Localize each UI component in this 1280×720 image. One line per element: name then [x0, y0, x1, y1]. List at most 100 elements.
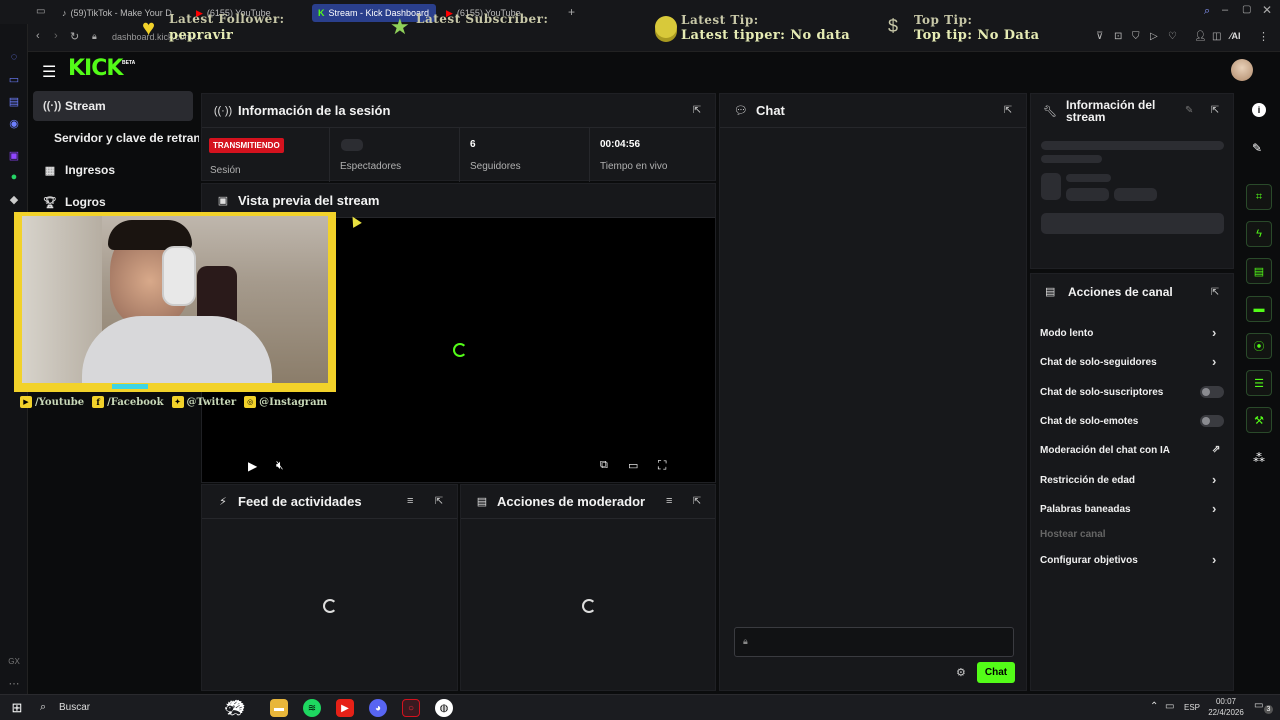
chevron-up-icon[interactable]: ⌃ [1150, 701, 1158, 712]
taskbar-search[interactable]: Buscar [59, 702, 90, 713]
ai-icon[interactable]: ◌ [7, 50, 21, 64]
latest-tip-label: Latest Tip: [681, 13, 759, 27]
spotify-icon[interactable]: ≋ [303, 699, 321, 717]
messenger-icon[interactable]: ◉ [7, 116, 21, 130]
action-banned-words[interactable]: Palabras baneadas [1040, 504, 1131, 515]
whatsapp-icon[interactable]: ● [7, 170, 21, 184]
action-subscribers-only: Chat de solo-suscriptores [1040, 387, 1164, 398]
wrench-icon[interactable]: ⚒ [1246, 407, 1272, 433]
reload-icon[interactable]: ↻ [70, 30, 79, 43]
forward-icon[interactable]: › [54, 30, 58, 42]
pin-icon[interactable]: ⊽ [1096, 31, 1103, 42]
chevron-right-icon[interactable]: › [1212, 472, 1216, 487]
sidebar-item-stream[interactable]: ((·)) Stream [33, 91, 193, 121]
coins-icon [655, 16, 677, 38]
heart-icon: ♥ [142, 15, 156, 40]
language-indicator[interactable]: ESP [1184, 703, 1200, 712]
shield-icon[interactable]: ⛉ [1132, 31, 1140, 42]
chevron-right-icon[interactable]: › [1212, 354, 1216, 369]
file-explorer-icon[interactable]: ▬ [270, 699, 288, 717]
theater-icon[interactable]: ▭ [628, 459, 638, 472]
social-youtube: ▶/Youtube [20, 396, 84, 408]
screenshot-icon[interactable]: ⊡ [1114, 31, 1122, 42]
clock-time[interactable]: 00:07 [1206, 697, 1246, 706]
chat-panel: 💬︎ Chat ⇱ 🔒︎ ⚙ Chat [719, 93, 1027, 691]
subscribers-only-toggle[interactable] [1200, 386, 1224, 398]
clock-date[interactable]: 22/4/2026 [1203, 708, 1249, 717]
popout-icon[interactable]: ⇱ [1002, 104, 1014, 116]
player-icon[interactable]: ▷ [1150, 31, 1158, 42]
search-tabs-icon[interactable]: ⌕ [1204, 5, 1210, 18]
info-icon[interactable]: i [1252, 103, 1266, 117]
chat-settings-icon[interactable]: ⚙ [956, 666, 966, 679]
profile-icon[interactable]: 👤︎ [1194, 31, 1207, 42]
edit-icon[interactable]: ✎ [1185, 105, 1193, 116]
language-skeleton [1041, 213, 1224, 234]
wallet-icon[interactable]: ▤ [7, 94, 21, 108]
back-icon[interactable]: ‹ [36, 30, 40, 42]
close-window-button[interactable]: ✕ [1262, 3, 1272, 17]
menu-icon[interactable]: ⋮ [1258, 30, 1269, 43]
discord-icon[interactable]: ◆ [7, 192, 21, 206]
tab-manager-icon[interactable]: ▭ [36, 6, 45, 17]
extensions-icon[interactable]: ◫ [1212, 31, 1221, 42]
apps-icon[interactable]: ⁂ [1253, 451, 1265, 465]
windows-start-icon[interactable]: ⊞ [8, 699, 26, 717]
action-ai-moderation[interactable]: Moderación del chat con IA [1040, 445, 1170, 456]
opera-gx-icon[interactable]: ○ [402, 699, 420, 717]
sidebar-item-server-key[interactable]: Servidor y clave de retransmisión [33, 123, 199, 153]
obs-icon[interactable]: ◍ [435, 699, 453, 717]
chat-input[interactable]: 🔒︎ [734, 627, 1014, 657]
kick-logo[interactable]: KICK [68, 56, 123, 81]
hamburger-menu-icon[interactable]: ☰ [42, 62, 56, 82]
ai-button[interactable]: ⁄AI [1230, 31, 1241, 41]
popout-icon[interactable]: ⇱ [691, 495, 703, 507]
more-icon[interactable]: ⋯ [7, 676, 21, 690]
chat-bubble-icon[interactable]: ▬ [1246, 296, 1272, 322]
list-icon[interactable]: ☰ [1246, 370, 1272, 396]
popout-icon[interactable]: ⇱ [1209, 104, 1221, 116]
scan-icon[interactable]: ⌗ [1246, 184, 1272, 210]
chevron-right-icon[interactable]: › [1212, 325, 1216, 340]
document-icon[interactable]: ▤ [1246, 258, 1272, 284]
fullscreen-icon[interactable]: ⛶ [658, 458, 666, 473]
widgets-icon[interactable]: 🦔︎ [210, 699, 260, 717]
pencil-icon[interactable]: ✎ [1252, 141, 1262, 155]
action-slow-mode[interactable]: Modo lento [1040, 328, 1093, 339]
chevron-right-icon[interactable]: › [1212, 501, 1216, 516]
broadcast-icon: ((·)) [43, 100, 62, 112]
heart-icon[interactable]: ♡ [1168, 31, 1177, 42]
twitch-icon[interactable]: ▣ [7, 148, 21, 162]
chevron-right-icon[interactable]: › [1212, 552, 1216, 567]
play-icon[interactable]: ▶ [248, 459, 257, 473]
external-link-icon[interactable]: ⇗ [1212, 444, 1220, 455]
user-avatar[interactable] [1231, 59, 1253, 81]
action-age-restriction[interactable]: Restricción de edad [1040, 475, 1135, 486]
pip-icon[interactable]: ⧉ [600, 459, 608, 472]
lightning-icon[interactable]: ϟ [1246, 221, 1272, 247]
filter-icon[interactable]: ≡ [666, 495, 672, 507]
display-icon[interactable]: ▭ [1165, 701, 1174, 712]
maximize-button[interactable]: ▢ [1242, 4, 1251, 15]
bag-icon[interactable]: ▭ [7, 72, 21, 86]
action-configure-goals[interactable]: Configurar objetivos [1040, 555, 1138, 566]
new-tab-button[interactable]: + [568, 5, 575, 19]
taskbar: ⊞ ⌕ Buscar 🦔︎ ▬ ≋ ▶ ◕ ○ ◍ ⌃ ▭ ESP 00:07 … [0, 694, 1280, 720]
broadcast-icon[interactable]: ⦿ [1246, 333, 1272, 359]
youtube-icon[interactable]: ▶ [336, 699, 354, 717]
tab-tiktok[interactable]: ♪ (59)TikTok - Make Your D [56, 4, 174, 22]
emotes-only-toggle[interactable] [1200, 415, 1224, 427]
channel-actions-icon: ▤ [1045, 286, 1056, 298]
notification-icon[interactable]: ▭ [1254, 700, 1263, 711]
popout-icon[interactable]: ⇱ [691, 104, 703, 116]
minimize-button[interactable]: – [1222, 4, 1228, 16]
discord-icon[interactable]: ◕ [369, 699, 387, 717]
popout-icon[interactable]: ⇱ [1209, 286, 1221, 298]
popout-icon[interactable]: ⇱ [433, 495, 445, 507]
gx-icon[interactable]: GX [7, 654, 21, 668]
chat-send-button[interactable]: Chat [977, 662, 1015, 683]
sidebar-item-revenue[interactable]: ▦ Ingresos [33, 155, 193, 185]
filter-icon[interactable]: ≡ [407, 495, 413, 507]
mute-icon[interactable]: 🔇︎ [276, 458, 284, 473]
action-followers-only[interactable]: Chat de solo-seguidores [1040, 357, 1157, 368]
